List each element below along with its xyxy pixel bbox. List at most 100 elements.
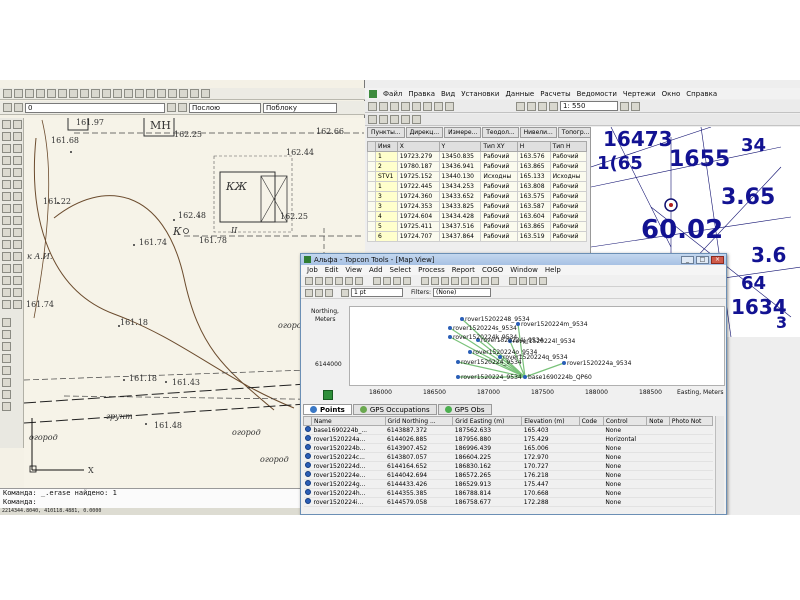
filters-dropdown[interactable]: (None)	[433, 288, 492, 297]
column-header[interactable]	[367, 141, 376, 152]
color-dropdown[interactable]: Послою	[189, 102, 261, 113]
process-icon[interactable]	[509, 276, 517, 285]
topcon-map-view[interactable]: rover15202248_9534 rover1520224m_9534 rove…	[349, 306, 725, 386]
menu-select[interactable]: Select	[390, 266, 412, 274]
zoom-window-icon[interactable]	[146, 89, 155, 98]
layer-previous-icon[interactable]	[178, 103, 187, 112]
grid-row[interactable]: base1690224b_... 6143887.372 187562.633 165…	[303, 425, 713, 435]
copy-icon[interactable]	[69, 89, 78, 98]
select-tool-icon[interactable]	[412, 115, 421, 124]
table-row[interactable]: 1 19723.279 13450.835 Рабочий 163.576 Рабочий	[367, 151, 588, 162]
properties-icon[interactable]	[168, 89, 177, 98]
table-row[interactable]: 4 19724.604 13434.428 Рабочий 163.604 Рабочий	[367, 211, 588, 222]
menu-report[interactable]: Report	[452, 266, 475, 274]
dimension-icon[interactable]	[2, 342, 11, 351]
topcon-title-bar[interactable]: Альфа - Topcon Tools - [Map View] _ □ ×	[301, 254, 726, 265]
line-width-dropdown[interactable]: 1 pt	[351, 288, 403, 297]
polygon-tool-icon[interactable]	[390, 115, 399, 124]
insert-block-icon[interactable]	[2, 180, 11, 189]
map-view-icon[interactable]	[421, 276, 429, 285]
tolerance-icon[interactable]	[2, 366, 11, 375]
menu-help[interactable]: Help	[545, 266, 561, 274]
array-icon[interactable]	[2, 240, 11, 249]
print-icon[interactable]	[36, 89, 45, 98]
line-tool-icon[interactable]	[379, 115, 388, 124]
menu-calculations[interactable]: Расчеты	[540, 90, 570, 98]
tab-traverse[interactable]: Теодол...	[482, 127, 519, 138]
construction-line-icon[interactable]	[13, 120, 22, 129]
tabular-view-icon[interactable]	[431, 276, 439, 285]
map-legend-icon[interactable]	[323, 390, 333, 400]
pan-icon[interactable]	[549, 101, 558, 111]
gps-point-marker[interactable]	[468, 350, 472, 354]
grid-column-header[interactable]: Photo Not	[668, 416, 714, 426]
cut-icon[interactable]	[401, 101, 410, 111]
tab-points[interactable]: Пункты...	[367, 127, 405, 138]
circle-icon[interactable]	[2, 156, 11, 165]
layers-icon[interactable]	[620, 101, 629, 111]
rotate-icon[interactable]	[2, 252, 11, 261]
minimize-icon[interactable]: _	[681, 255, 694, 264]
gps-point-marker[interactable]	[460, 317, 464, 321]
cad-view-icon[interactable]	[451, 276, 459, 285]
undo-icon[interactable]	[102, 89, 111, 98]
tab-gps-obs[interactable]: GPS Obs	[437, 404, 492, 415]
tab-gps-occupations[interactable]: GPS Occupations	[352, 404, 437, 415]
new-job-icon[interactable]	[305, 276, 313, 285]
cut-icon[interactable]	[373, 276, 381, 285]
menu-job[interactable]: Job	[307, 266, 318, 274]
draw-arrow-icon[interactable]	[325, 288, 333, 297]
menu-reports[interactable]: Ведомости	[577, 90, 617, 98]
paste-icon[interactable]	[393, 276, 401, 285]
layer-state-icon[interactable]	[14, 103, 23, 112]
update-icon[interactable]	[2, 402, 11, 411]
print-icon[interactable]	[355, 276, 363, 285]
offset-icon[interactable]	[13, 228, 22, 237]
import-icon[interactable]	[335, 276, 343, 285]
match-properties-icon[interactable]	[91, 89, 100, 98]
gps-point-marker[interactable]	[456, 375, 460, 379]
save-icon[interactable]	[25, 89, 34, 98]
table-row[interactable]: 6 19724.707 13437.864 Рабочий 163.519 Рабочий	[367, 231, 588, 242]
paste-icon[interactable]	[423, 101, 432, 111]
draw-line-icon[interactable]	[315, 288, 323, 297]
grid-column-header[interactable]: Code	[578, 416, 604, 426]
table-row[interactable]: 1 19722.445 13434.253 Рабочий 163.808 Рабочий	[367, 181, 588, 192]
open-job-icon[interactable]	[315, 276, 323, 285]
scale-icon[interactable]	[13, 252, 22, 261]
revision-cloud-icon[interactable]	[13, 156, 22, 165]
grid-column-header[interactable]: Grid Northing ...	[384, 416, 454, 426]
zoom-in-icon[interactable]	[516, 101, 525, 111]
grid-column-header[interactable]: Name	[311, 416, 386, 426]
move-icon[interactable]	[13, 240, 22, 249]
chamfer-icon[interactable]	[2, 288, 11, 297]
close-icon[interactable]: ×	[711, 255, 724, 264]
export-icon[interactable]	[345, 276, 353, 285]
menu-window[interactable]: Окно	[662, 90, 681, 98]
design-center-icon[interactable]	[179, 89, 188, 98]
grid-column-header[interactable]	[303, 416, 312, 426]
erase-icon[interactable]	[2, 216, 11, 225]
tool-palettes-icon[interactable]	[190, 89, 199, 98]
menu-edit[interactable]: Edit	[325, 266, 339, 274]
gps-point-marker[interactable]	[456, 360, 460, 364]
table-row[interactable]: 2 19780.187 13436.941 Рабочий 163.865 Рабочий	[367, 161, 588, 172]
point-icon[interactable]	[2, 192, 11, 201]
zoom-out-icon[interactable]	[471, 276, 479, 285]
menu-view[interactable]: Вид	[441, 90, 455, 98]
occupation-view-icon[interactable]	[441, 276, 449, 285]
layer-manager-icon[interactable]	[3, 103, 12, 112]
polyline-icon[interactable]	[2, 132, 11, 141]
hatch-icon[interactable]	[13, 192, 22, 201]
linetype-dropdown[interactable]: Поблоку	[263, 102, 337, 113]
new-icon[interactable]	[368, 101, 377, 111]
menu-settings[interactable]: Установки	[461, 90, 499, 98]
zoom-out-icon[interactable]	[527, 101, 536, 111]
polygon-icon[interactable]	[13, 132, 22, 141]
ellipse-icon[interactable]	[13, 168, 22, 177]
tab-leveling[interactable]: Нивели...	[519, 127, 557, 138]
trim-icon[interactable]	[13, 264, 22, 273]
region-icon[interactable]	[2, 204, 11, 213]
column-header[interactable]: H	[516, 141, 551, 152]
zoom-all-icon[interactable]	[481, 276, 489, 285]
